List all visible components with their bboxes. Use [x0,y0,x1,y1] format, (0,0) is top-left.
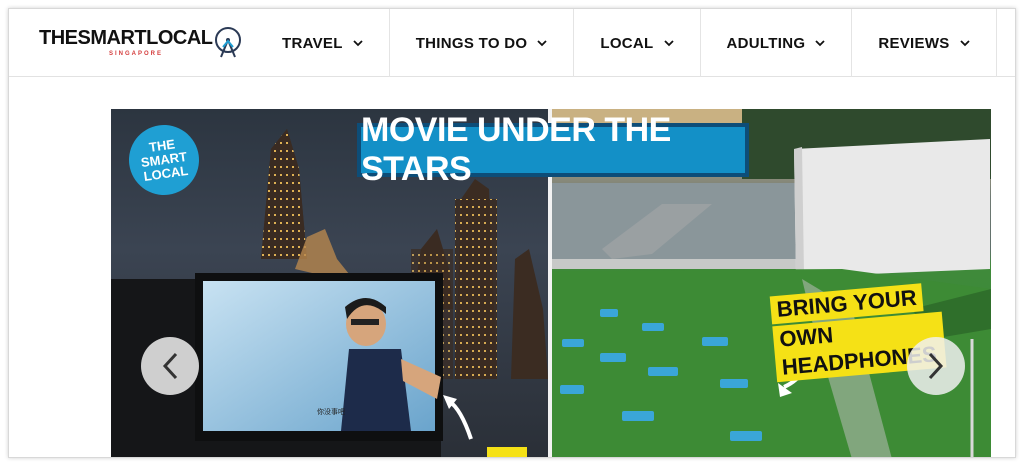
nav-adulting[interactable]: ADULTING [699,9,852,77]
ferris-wheel-icon [215,27,241,58]
hero-title: MOVIE UNDER THE STARS [361,111,745,188]
chevron-down-icon [663,39,674,46]
nav-travel[interactable]: TRAVEL [254,9,389,77]
nav-travel-label: TRAVEL [282,34,343,52]
chevron-down-icon [959,39,970,46]
chevron-down-icon [537,39,547,46]
nav-things-to-do[interactable]: THINGS TO DO [388,9,574,77]
screen-subtitle: 你没事吧 [317,407,345,416]
logo-wordmark: THESMARTLOCAL [39,27,213,50]
nav-reviews[interactable]: REVIEWS [851,9,997,77]
logo-region: SINGAPORE [109,51,164,57]
chevron-down-icon [353,39,363,46]
main-nav: TRAVEL THINGS TO DO LOCAL ADULTING REVIE… [254,9,997,77]
slider-prev-button[interactable] [141,337,199,395]
nav-adulting-label: ADULTING [726,34,806,52]
site-logo[interactable]: THESMARTLOCAL SINGAPORE [39,25,249,65]
site-header: THESMARTLOCAL SINGAPORE TRAVEL THINGS TO… [9,9,1015,77]
hero-slider[interactable]: 你没事吧 THE SMART LOCAL MOVIE UNDER THE STA… [111,109,991,457]
logo-smart: SMART [77,27,147,49]
logo-local: LOCAL [146,27,213,49]
nav-reviews-label: REVIEWS [878,34,950,52]
slider-next-button[interactable] [907,337,965,395]
chevron-down-icon [815,39,825,46]
chevron-right-icon [928,352,944,380]
browser-frame: THESMARTLOCAL SINGAPORE TRAVEL THINGS TO… [8,8,1016,458]
logo-the: THE [39,27,78,49]
hero-title-banner: MOVIE UNDER THE STARS [357,111,749,188]
nav-things-to-do-label: THINGS TO DO [415,34,528,52]
chevron-left-icon [162,352,178,380]
nav-local-label: LOCAL [600,34,654,52]
nav-local[interactable]: LOCAL [573,9,699,77]
